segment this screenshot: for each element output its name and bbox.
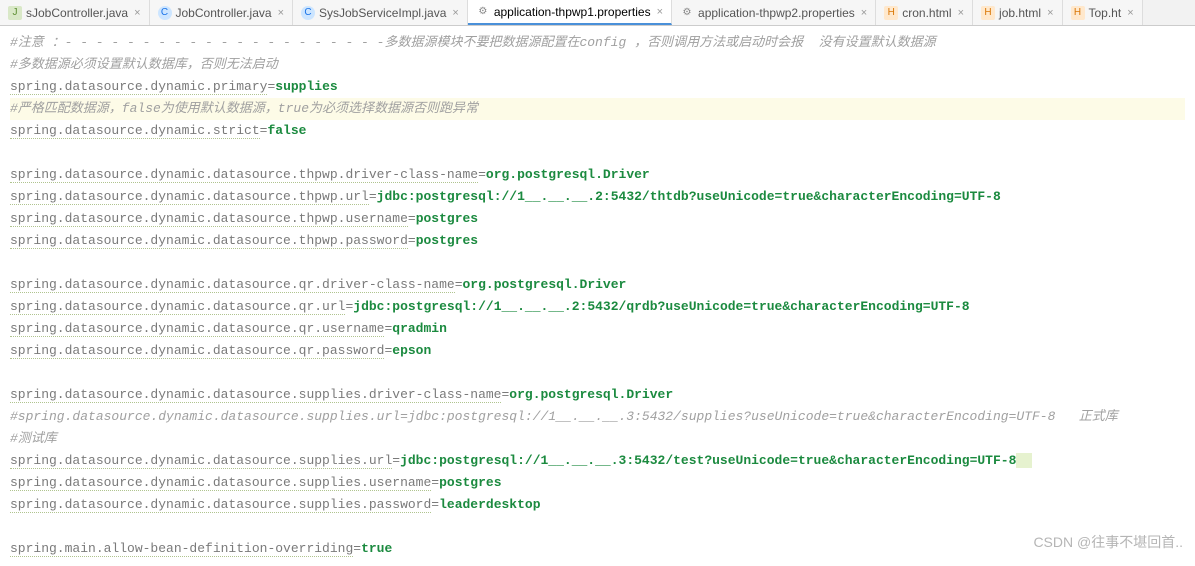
blank-line xyxy=(10,516,1185,538)
tab-JobController-java[interactable]: C JobController.java × xyxy=(150,0,294,25)
close-icon[interactable]: × xyxy=(657,6,663,18)
tab-label: Top.ht xyxy=(1089,6,1122,20)
blank-line xyxy=(10,252,1185,274)
close-icon[interactable]: × xyxy=(861,7,867,19)
tab-label: application-thpwp1.properties xyxy=(494,5,651,19)
comment-line: #spring.datasource.dynamic.datasource.su… xyxy=(10,406,1185,428)
close-icon[interactable]: × xyxy=(278,7,284,19)
tab-label: JobController.java xyxy=(176,6,272,20)
code-line: spring.datasource.dynamic.datasource.thp… xyxy=(10,230,1185,252)
tab-application-thpwp2-properties[interactable]: ⚙ application-thpwp2.properties × xyxy=(672,0,876,25)
code-line: spring.datasource.dynamic.datasource.qr.… xyxy=(10,340,1185,362)
comment-line: #多数据源必须设置默认数据库，否则无法启动 xyxy=(10,54,1185,76)
tab-label: job.html xyxy=(999,6,1041,20)
tab-Top-ht[interactable]: H Top.ht × xyxy=(1063,0,1143,25)
close-icon[interactable]: × xyxy=(452,7,458,19)
tab-label: sJobController.java xyxy=(26,6,128,20)
file-type-icon: H xyxy=(981,6,995,20)
file-type-icon: C xyxy=(158,6,172,20)
code-line: spring.datasource.dynamic.datasource.sup… xyxy=(10,384,1185,406)
code-line: spring.datasource.dynamic.datasource.thp… xyxy=(10,208,1185,230)
code-line: spring.datasource.dynamic.datasource.thp… xyxy=(10,186,1185,208)
file-type-icon: ⚙ xyxy=(476,5,490,19)
blank-line xyxy=(10,362,1185,384)
file-type-icon: ⚙ xyxy=(680,6,694,20)
code-line: spring.datasource.dynamic.strict=false xyxy=(10,120,1185,142)
code-line: spring.datasource.dynamic.datasource.qr.… xyxy=(10,296,1185,318)
close-icon[interactable]: × xyxy=(1127,7,1133,19)
file-type-icon: H xyxy=(884,6,898,20)
close-icon[interactable]: × xyxy=(958,7,964,19)
file-type-icon: C xyxy=(301,6,315,20)
code-line: spring.datasource.dynamic.datasource.thp… xyxy=(10,164,1185,186)
tab-label: application-thpwp2.properties xyxy=(698,6,855,20)
code-line: spring.main.allow-bean-definition-overri… xyxy=(10,538,1185,560)
tab-label: SysJobServiceImpl.java xyxy=(319,6,446,20)
code-editor[interactable]: #注意 ：- - - - - - - - - - - - - - - - - -… xyxy=(0,26,1195,566)
file-type-icon: H xyxy=(1071,6,1085,20)
code-line: spring.datasource.dynamic.primary=suppli… xyxy=(10,76,1185,98)
tab-application-thpwp1-properties[interactable]: ⚙ application-thpwp1.properties × xyxy=(468,0,672,25)
comment-line: #注意 ：- - - - - - - - - - - - - - - - - -… xyxy=(10,32,1185,54)
comment-line-highlighted: #严格匹配数据源，false为使用默认数据源，true为必须选择数据源否则跑异常 xyxy=(10,98,1185,120)
tab-SysJobServiceImpl-java[interactable]: C SysJobServiceImpl.java × xyxy=(293,0,468,25)
code-line: spring.datasource.dynamic.datasource.sup… xyxy=(10,450,1185,472)
code-line: spring.datasource.dynamic.datasource.qr.… xyxy=(10,318,1185,340)
close-icon[interactable]: × xyxy=(1047,7,1053,19)
close-icon[interactable]: × xyxy=(134,7,140,19)
comment-line: #测试库 xyxy=(10,428,1185,450)
blank-line xyxy=(10,142,1185,164)
watermark-text: CSDN @往事不堪回首.. xyxy=(1033,532,1183,552)
file-type-icon: J xyxy=(8,6,22,20)
code-line: spring.datasource.dynamic.datasource.qr.… xyxy=(10,274,1185,296)
code-line: spring.datasource.dynamic.datasource.sup… xyxy=(10,494,1185,516)
tab-job-html[interactable]: Hjob.html × xyxy=(973,0,1062,25)
tab-sJobController-java[interactable]: JsJobController.java × xyxy=(0,0,150,25)
tab-cron-html[interactable]: Hcron.html × xyxy=(876,0,973,25)
code-line: spring.datasource.dynamic.datasource.sup… xyxy=(10,472,1185,494)
editor-tabs: JsJobController.java × C JobController.java… xyxy=(0,0,1195,26)
tab-label: cron.html xyxy=(902,6,951,20)
